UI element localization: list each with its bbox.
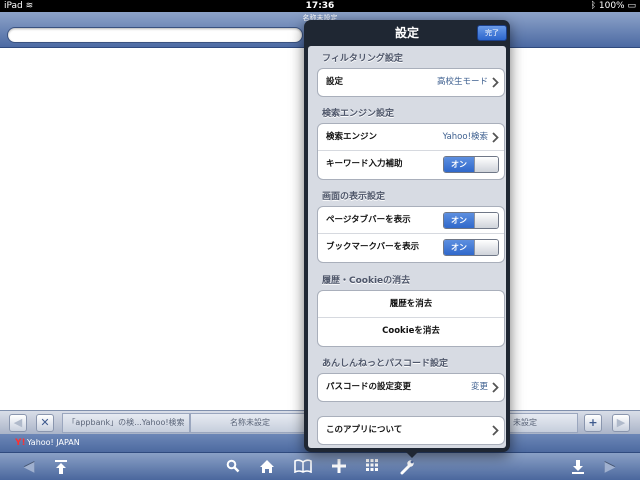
section-header-search-engine: 検索エンジン設定 (322, 109, 395, 119)
toggle-knob (474, 157, 498, 172)
group-clear-data: 履歴を消去 Cookieを消去 (317, 290, 505, 347)
bookmark-item[interactable]: Yahoo! JAPAN (27, 434, 80, 452)
section-header-clear-data: 履歴・Cookieの消去 (322, 276, 411, 286)
popover-arrow (404, 450, 420, 458)
back-icon[interactable]: ◀ (17, 456, 41, 478)
row-change-passcode[interactable]: パスコードの設定変更 変更 (318, 374, 504, 401)
page-tab-bar-toggle[interactable]: オン (443, 212, 499, 229)
group-filtering: 設定 高校生モード (317, 68, 505, 97)
clear-history-button[interactable]: 履歴を消去 (318, 291, 504, 318)
status-bar: iPad ≋ 17:36 ᛒ 100% ▭ (0, 0, 640, 12)
toggle-knob (474, 213, 498, 228)
done-button[interactable]: 完了 (477, 25, 507, 41)
row-search-engine[interactable]: 検索エンジン Yahoo!検索 (318, 124, 504, 151)
plus-icon[interactable]: + (584, 414, 602, 432)
close-icon[interactable]: ✕ (36, 414, 54, 432)
search-icon[interactable] (221, 456, 245, 478)
chevron-right-icon (492, 132, 499, 143)
clock: 17:36 (305, 1, 335, 11)
group-search-engine: 検索エンジン Yahoo!検索 キーワード入力補助 オン (317, 123, 505, 180)
bookmark-bar-toggle[interactable]: オン (443, 239, 499, 256)
add-icon[interactable] (327, 456, 351, 478)
tab-scroll-right-icon[interactable]: ▶ (612, 414, 630, 432)
home-icon[interactable] (255, 456, 279, 478)
section-header-filtering: フィルタリング設定 (322, 54, 403, 64)
bookmarks-icon[interactable] (291, 456, 315, 478)
settings-list[interactable]: フィルタリング設定 設定 高校生モード 検索エンジン設定 検索エンジン Yaho… (308, 46, 506, 448)
group-about: このアプリについて (317, 416, 505, 445)
tab-item[interactable]: 「appbank」の検...Yahoo!検索 (62, 413, 190, 433)
row-show-page-tab-bar: ページタブバーを表示 オン (318, 207, 504, 234)
settings-wrench-icon[interactable] (395, 456, 419, 478)
clear-cookie-button[interactable]: Cookieを消去 (318, 318, 504, 345)
forward-icon[interactable]: ▶ (598, 456, 622, 478)
tabs-grid-icon[interactable] (360, 456, 384, 478)
popover-header: 設定 完了 (304, 20, 510, 46)
section-header-display: 画面の表示設定 (322, 192, 386, 202)
settings-popover: 設定 完了 フィルタリング設定 設定 高校生モード 検索エンジン設定 検索エンジ… (304, 20, 510, 458)
group-passcode: パスコードの設定変更 変更 (317, 373, 505, 402)
yahoo-logo-icon: Y! (15, 438, 26, 448)
chevron-right-icon (492, 382, 499, 393)
toggle-knob (474, 240, 498, 255)
tab-item[interactable]: 名称未設定 (190, 413, 310, 433)
row-keyword-assist: キーワード入力補助 オン (318, 151, 504, 178)
keyword-assist-toggle[interactable]: オン (443, 156, 499, 173)
row-about-app[interactable]: このアプリについて (318, 417, 504, 444)
scroll-top-icon[interactable] (49, 456, 73, 478)
group-display: ページタブバーを表示 オン ブックマークバーを表示 オン (317, 206, 505, 263)
download-icon[interactable] (566, 456, 590, 478)
chevron-right-icon (492, 77, 499, 88)
tab-item[interactable]: 未設定 (500, 413, 578, 433)
section-header-passcode: あんしんねっとパスコード設定 (322, 359, 449, 369)
chevron-right-icon (492, 425, 499, 436)
row-filter-setting[interactable]: 設定 高校生モード (318, 69, 504, 96)
tab-scroll-left-icon[interactable]: ◀ (9, 414, 27, 432)
bottom-toolbar: ◀ ▶ (0, 452, 640, 480)
bluetooth-icon: ᛒ (590, 1, 596, 11)
battery-icon: ▭ (627, 1, 636, 11)
row-show-bookmark-bar: ブックマークバーを表示 オン (318, 234, 504, 261)
url-field[interactable] (7, 27, 303, 43)
battery-indicator: ᛒ 100% ▭ (590, 1, 636, 11)
